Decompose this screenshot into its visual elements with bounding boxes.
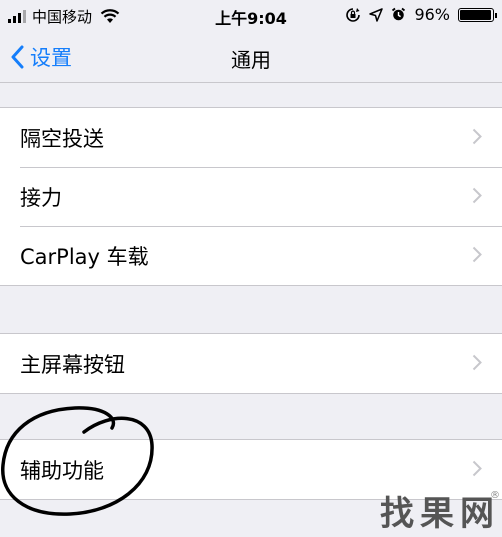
settings-group-2: 主屏幕按钮 [0,333,502,394]
row-label: 隔空投送 [20,126,104,151]
row-label: 接力 [20,185,62,210]
watermark-char: 找 [380,494,414,534]
watermark-logo: 找 果 网 [380,486,494,535]
location-arrow-icon [369,7,384,22]
row-home-button[interactable]: 主屏幕按钮 [0,334,502,393]
chevron-right-icon [472,128,482,145]
row-carplay[interactable]: CarPlay 车载 [0,226,502,285]
chevron-right-icon [472,246,482,263]
chevron-right-icon [472,187,482,204]
status-bar: 中国移动 上午9:04 96% [0,0,502,32]
registered-mark: ® [490,490,500,501]
settings-group-1: 隔空投送 接力 CarPlay 车载 [0,107,502,286]
row-handoff[interactable]: 接力 [0,167,502,226]
chevron-right-icon [472,354,482,371]
battery-icon [458,7,497,22]
row-airdrop[interactable]: 隔空投送 [0,108,502,167]
page-title: 通用 [231,48,271,72]
alarm-icon [392,7,406,21]
status-right: 96% [345,5,497,24]
watermark-char: 果 [420,494,454,534]
navigation-bar: 设置 通用 [0,32,502,83]
chevron-right-icon [472,460,482,477]
row-label: 辅助功能 [20,458,104,483]
battery-percent: 96% [414,5,450,24]
orientation-lock-icon [346,7,361,22]
watermark-char: 网 [460,494,494,534]
row-label: CarPlay 车载 [20,244,149,269]
row-label: 主屏幕按钮 [20,352,125,377]
